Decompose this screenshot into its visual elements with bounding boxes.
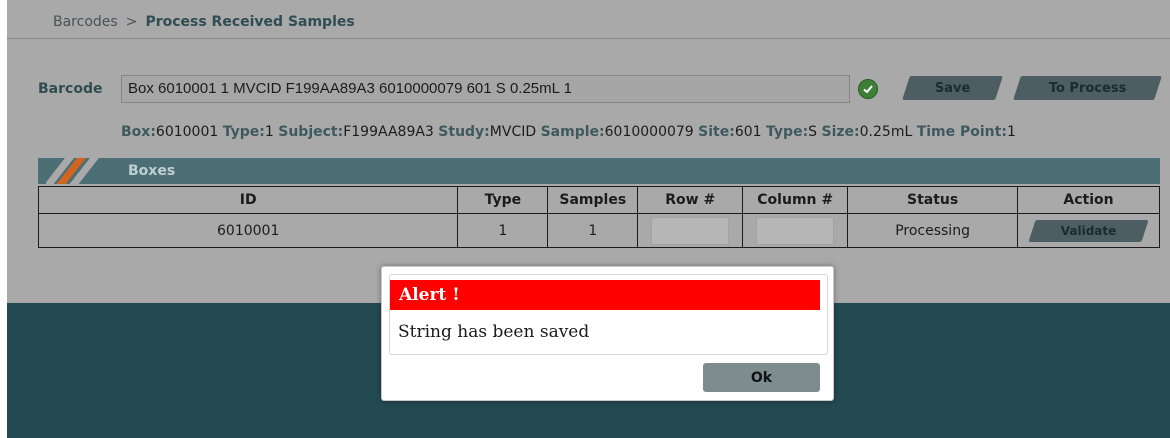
save-button[interactable]: Save: [902, 76, 1003, 100]
summary-key-type: Type:: [222, 124, 265, 140]
table-header-row: ID Type Samples Row # Column # Status Ac…: [37, 186, 1160, 214]
check-circle-icon: [858, 79, 878, 99]
column-header-row: Row #: [637, 186, 744, 214]
column-header-column: Column #: [742, 186, 849, 214]
summary-value-subject: F199AA89A3: [343, 124, 434, 140]
ok-button[interactable]: Ok: [703, 363, 820, 392]
breadcrumb-separator: >: [125, 14, 138, 30]
barcode-input[interactable]: Box 6010001 1 MVCID F199AA89A3 601000007…: [121, 75, 850, 103]
alert-dialog: Alert ! String has been saved Ok: [381, 266, 834, 401]
summary-value-study: MVCID: [489, 124, 537, 140]
barcode-label: Barcode: [38, 81, 103, 97]
summary-value-type: 1: [264, 124, 274, 140]
summary-key-time-point: Time Point:: [916, 124, 1007, 140]
validate-button-label: Validate: [1060, 223, 1117, 238]
boxes-section-header: Boxes: [38, 158, 1160, 184]
column-header-action: Action: [1017, 186, 1160, 214]
cell-type: 1: [457, 213, 549, 248]
summary-value-sample-type: S: [808, 124, 818, 140]
breadcrumb-current: Process Received Samples: [145, 14, 355, 30]
cell-id: 6010001: [37, 213, 459, 248]
cell-action: Validate: [1017, 213, 1160, 248]
column-header-status: Status: [847, 186, 1019, 214]
summary-value-site: 601: [734, 124, 762, 140]
alert-title: Alert !: [390, 280, 820, 310]
breadcrumb-link-barcodes[interactable]: Barcodes: [53, 14, 118, 30]
cell-status: Processing: [847, 213, 1019, 248]
summary-value-box: 6010001: [155, 124, 219, 140]
summary-key-study: Study:: [438, 124, 490, 140]
row-number-input[interactable]: [651, 216, 730, 245]
to-process-button-label: To Process: [1048, 80, 1127, 96]
column-header-id: ID: [37, 186, 459, 214]
boxes-table: ID Type Samples Row # Column # Status Ac…: [37, 186, 1160, 248]
summary-key-box: Box:: [121, 124, 156, 140]
summary-value-size: 0.25mL: [859, 124, 913, 140]
summary-key-sample-type: Type:: [766, 124, 809, 140]
boxes-title: Boxes: [128, 163, 176, 179]
ok-button-label: Ok: [750, 369, 773, 386]
summary-value-sample: 6010000079: [604, 124, 694, 140]
summary-key-sample: Sample:: [540, 124, 605, 140]
cell-row: [637, 213, 744, 248]
table-row: 6010001 1 1 Processing Validate: [37, 213, 1160, 248]
save-button-label: Save: [934, 80, 971, 96]
alert-message: String has been saved: [398, 322, 590, 342]
cell-column: [742, 213, 849, 248]
breadcrumb-divider: [7, 38, 1170, 39]
content-area: Barcodes > Process Received Samples Barcod…: [7, 0, 1170, 303]
summary-key-site: Site:: [698, 124, 735, 140]
column-header-type: Type: [457, 186, 549, 214]
summary-value-time-point: 1: [1006, 124, 1016, 140]
decorative-stripe-icon: [46, 158, 108, 184]
summary-key-size: Size:: [821, 124, 860, 140]
column-number-input[interactable]: [756, 216, 835, 245]
barcode-summary: Box:6010001 Type:1 Subject:F199AA89A3 St…: [121, 124, 1016, 140]
validate-button[interactable]: Validate: [1028, 219, 1149, 242]
column-header-samples: Samples: [547, 186, 639, 214]
to-process-button[interactable]: To Process: [1013, 76, 1162, 100]
breadcrumb: Barcodes > Process Received Samples: [53, 14, 355, 30]
summary-key-subject: Subject:: [278, 124, 344, 140]
cell-samples: 1: [547, 213, 639, 248]
